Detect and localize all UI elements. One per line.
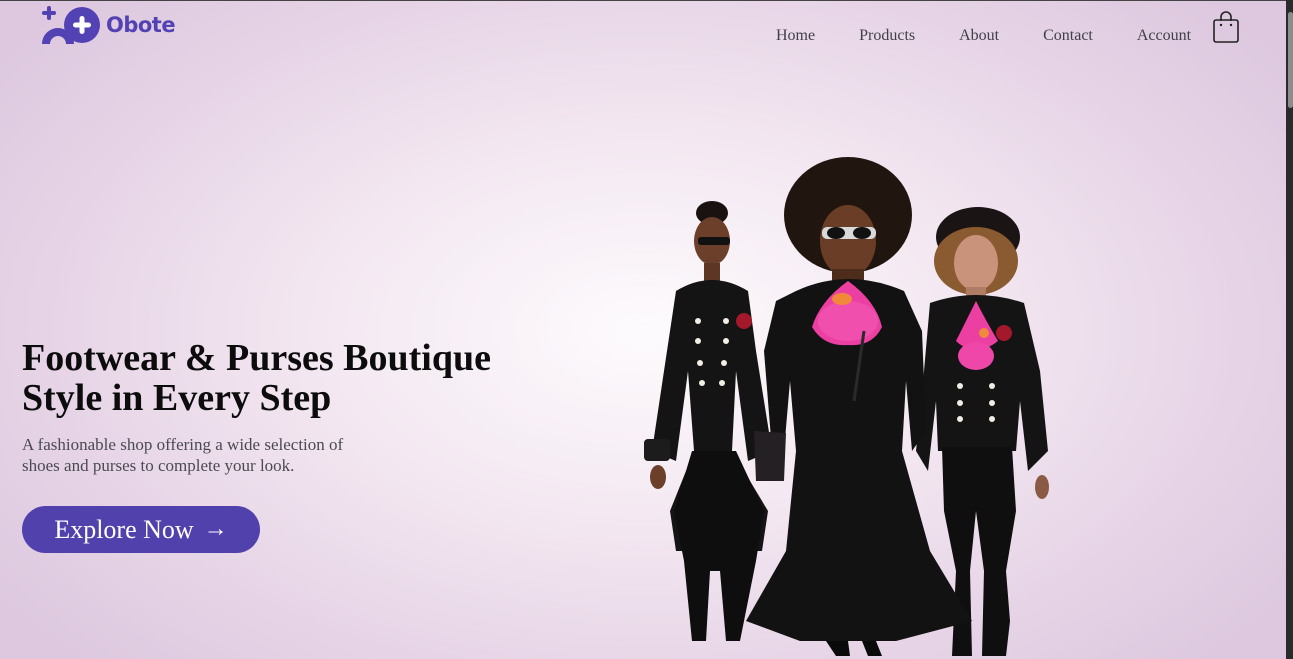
main-nav: Home Products About Contact Account	[776, 26, 1191, 46]
model-left	[644, 201, 772, 641]
page: Obote Home Products About Contact Accoun…	[0, 0, 1286, 659]
explore-now-button[interactable]: Explore Now →	[22, 506, 260, 553]
brand-name: Obote	[106, 13, 176, 37]
nav-products-link[interactable]: Products	[859, 26, 915, 46]
brand-logo[interactable]: Obote	[40, 3, 176, 47]
hero-title-line-2: Style in Every Step	[22, 377, 332, 419]
hero-models-image	[644, 157, 1049, 656]
arrow-right-icon: →	[203, 516, 228, 542]
explore-now-label: Explore Now	[54, 514, 194, 544]
hero-title-line-1: Footwear & Purses Boutique	[22, 337, 491, 379]
hero-subtitle: A fashionable shop offering a wide selec…	[22, 435, 344, 475]
nav-about-link[interactable]: About	[959, 26, 999, 46]
scrollbar-thumb[interactable]	[1288, 12, 1293, 108]
nav-contact-link[interactable]: Contact	[1043, 26, 1093, 46]
hero-title: Footwear & Purses Boutique Style in Ever…	[22, 338, 491, 418]
nav-home-link[interactable]: Home	[776, 26, 815, 46]
nav-account-link[interactable]: Account	[1137, 26, 1191, 46]
page-scrollbar[interactable]	[1286, 0, 1293, 659]
shopping-bag-icon[interactable]	[1212, 11, 1240, 45]
logo-mark-icon	[42, 6, 100, 44]
